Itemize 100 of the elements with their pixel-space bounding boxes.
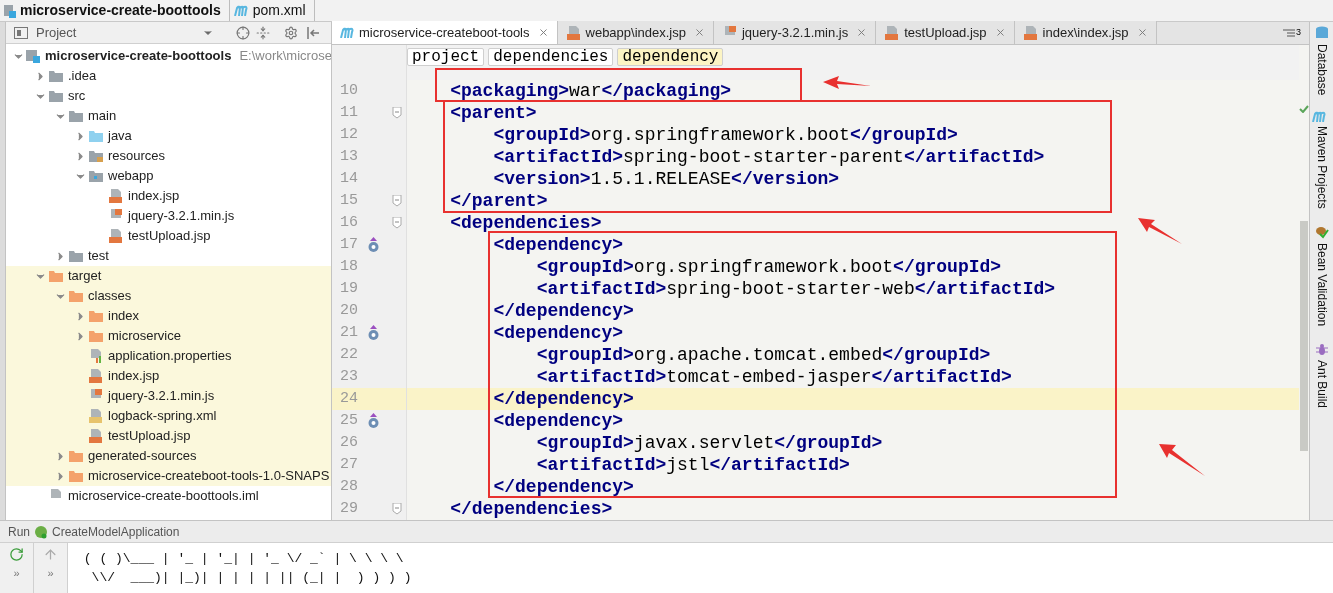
tree-item[interactable]: index.jsp: [128, 186, 180, 206]
module-icon: [4, 3, 16, 18]
tree-item[interactable]: .idea: [68, 66, 97, 86]
code-line: <groupId>javax.servlet</groupId>: [536, 434, 883, 452]
editor-tab[interactable]: jquery-3.2.1.min.js: [714, 21, 877, 44]
code-line: <parent>: [450, 104, 537, 122]
editor-tab[interactable]: index\index.jsp: [1014, 21, 1157, 44]
jsp-file-icon: [88, 369, 104, 383]
tree-item[interactable]: main: [88, 106, 117, 126]
code-line: </dependencies>: [450, 500, 613, 518]
hide-panel-icon[interactable]: [306, 26, 321, 39]
close-icon[interactable]: [994, 27, 1006, 38]
override-marker-icon[interactable]: [366, 413, 380, 429]
structure-crumb[interactable]: dependency: [617, 48, 724, 66]
console-line: ( ( )\___ | '_ | '_| | '_ \/ _` | \ \ \ \: [82, 550, 405, 568]
editor-tab[interactable]: webapp\index.jsp: [557, 21, 714, 44]
properties-file-icon: [88, 349, 104, 363]
tree-item[interactable]: src: [68, 86, 86, 106]
more-button[interactable]: »: [13, 568, 20, 579]
line-number: 24: [339, 388, 358, 409]
maven-icon: [340, 27, 355, 38]
fold-marker-icon[interactable]: [392, 107, 402, 119]
line-number: 18: [339, 256, 358, 277]
structure-crumb[interactable]: dependencies: [488, 48, 614, 66]
tab-list-icon[interactable]: [1283, 28, 1295, 37]
tool-window-button[interactable]: Database: [1312, 44, 1331, 96]
module-path: E:\work\microse: [239, 47, 331, 66]
locate-icon[interactable]: [236, 25, 251, 40]
tool-window-button[interactable]: Ant Build: [1312, 360, 1331, 409]
breadcrumb-item[interactable]: pom.xml: [252, 0, 306, 21]
check-icon: [1299, 105, 1309, 113]
fold-marker-icon[interactable]: [392, 217, 402, 229]
tree-item[interactable]: microservice-create-boottools.iml: [68, 486, 259, 506]
module-icon: [25, 49, 41, 63]
code-line: <version>1.5.1.RELEASE</version>: [493, 170, 840, 188]
tool-window-button[interactable]: Maven Projects: [1312, 126, 1331, 210]
tree-item[interactable]: test: [88, 246, 109, 266]
jsp-file-icon: [884, 25, 901, 40]
editor-tab[interactable]: microservice-createboot-tools: [332, 21, 558, 44]
tree-item[interactable]: resources: [108, 146, 166, 166]
tree-item[interactable]: classes: [88, 286, 132, 306]
fold-marker-icon[interactable]: [392, 195, 402, 207]
tree-item[interactable]: microservice-create-boottools: [45, 46, 232, 66]
settings-icon[interactable]: [284, 25, 299, 40]
line-number: 11: [339, 102, 358, 123]
line-number: 14: [339, 168, 358, 189]
console-line: \\/ ___)| |_)| | | | | || (_| | ) ) ) ): [90, 569, 413, 587]
code-line: <artifactId>jstl</artifactId>: [536, 456, 850, 474]
close-icon[interactable]: [694, 27, 705, 38]
line-number: 29: [339, 498, 358, 519]
override-marker-icon[interactable]: [366, 325, 380, 341]
jsp-file-icon: [88, 429, 104, 443]
close-icon[interactable]: [1136, 27, 1148, 38]
code-line: </parent>: [450, 192, 548, 210]
code-line: <groupId>org.apache.tomcat.embed</groupId>: [536, 346, 991, 364]
spring-boot-icon: [34, 524, 48, 539]
run-configuration[interactable]: CreateModelApplication: [52, 522, 180, 541]
close-icon[interactable]: [856, 27, 868, 38]
line-number: 28: [339, 476, 358, 497]
rerun-icon[interactable]: [9, 547, 24, 562]
tree-item[interactable]: index.jsp: [108, 366, 160, 386]
tree-item[interactable]: java: [108, 126, 132, 146]
tree-item[interactable]: testUpload.jsp: [128, 226, 211, 246]
panel-title[interactable]: Run: [8, 522, 30, 541]
line-number: 10: [339, 80, 358, 101]
code-line: </dependency>: [493, 390, 634, 408]
folder-icon: [68, 449, 84, 463]
folder-icon: [88, 329, 104, 343]
bean-check-icon: [1314, 225, 1329, 240]
breadcrumb-item[interactable]: microservice-create-boottools: [20, 0, 221, 21]
more-button[interactable]: »: [47, 568, 54, 579]
tree-item[interactable]: index: [108, 306, 140, 326]
override-marker-icon[interactable]: [366, 237, 380, 253]
collapse-all-icon[interactable]: [256, 25, 271, 40]
line-number: 21: [339, 322, 358, 343]
code-line: </dependency>: [493, 302, 634, 320]
code-line: <artifactId>tomcat-embed-jasper</artifactId>: [536, 368, 1012, 386]
line-number: 19: [339, 278, 358, 299]
line-number: 25: [339, 410, 358, 431]
maven-icon: [233, 5, 249, 16]
line-number: 16: [339, 212, 358, 233]
folder-icon: [88, 129, 104, 143]
folder-icon: [88, 149, 104, 163]
scrollbar-thumb[interactable]: [1300, 221, 1308, 451]
line-number: 22: [339, 344, 358, 365]
editor-tab[interactable]: testUpload.jsp: [876, 21, 1015, 44]
panel-title[interactable]: Project: [36, 22, 77, 43]
close-icon[interactable]: [537, 27, 549, 38]
code-line: <dependency>: [493, 236, 624, 254]
folder-icon: [48, 69, 64, 83]
tool-window-button[interactable]: Bean Validation: [1312, 243, 1331, 327]
tree-item[interactable]: target: [68, 266, 102, 286]
hidden-tab-count: 3: [1296, 25, 1301, 39]
tree-item[interactable]: webapp: [108, 166, 154, 186]
folder-icon: [48, 269, 64, 283]
tree-item[interactable]: jquery-3.2.1.min.js: [128, 206, 235, 226]
code-line: <artifactId>spring-boot-starter-parent</artifactId>: [493, 148, 1045, 166]
fold-marker-icon[interactable]: [392, 503, 402, 515]
code-line: <groupId>org.springframework.boot</groupId>: [536, 258, 1002, 276]
structure-crumb[interactable]: project: [407, 48, 485, 66]
